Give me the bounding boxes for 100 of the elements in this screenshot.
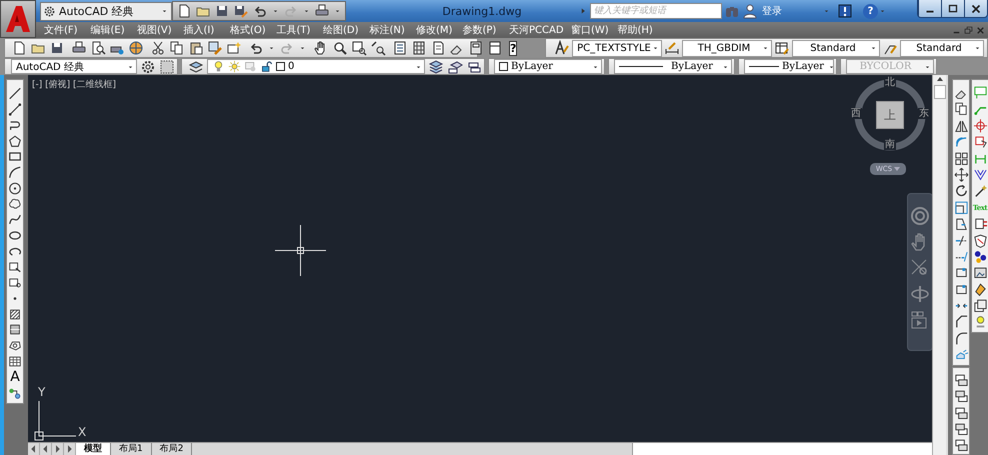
chamfer-icon[interactable] — [954, 314, 968, 330]
bring-front-icon[interactable] — [954, 372, 968, 388]
copy-icon[interactable] — [954, 101, 968, 117]
compass-label[interactable]: 北 — [884, 77, 896, 88]
text-style-icon[interactable] — [554, 40, 570, 56]
menu-item[interactable]: 视图(V) — [137, 23, 184, 37]
login-link[interactable]: 登录 — [762, 4, 822, 18]
grid-sheet-icon[interactable] — [411, 40, 427, 56]
restore-icon[interactable] — [963, 24, 974, 36]
shield-icon[interactable] — [972, 232, 988, 248]
layout-tab[interactable]: 模型 — [76, 443, 111, 455]
print-preview-icon[interactable] — [90, 40, 106, 56]
menu-item[interactable]: 帮助(H) — [618, 23, 664, 37]
globe-icon[interactable] — [128, 40, 144, 56]
bring-front-icon[interactable] — [954, 438, 968, 454]
hatch-icon[interactable] — [8, 306, 22, 322]
clipboard-icon[interactable] — [188, 40, 204, 56]
rotate-icon[interactable] — [954, 183, 968, 199]
layers-stack-icon[interactable] — [428, 58, 444, 74]
text-style-dropdown[interactable]: PC_TEXTSTYLE — [572, 40, 662, 56]
horizontal-scrollbar[interactable] — [632, 443, 932, 455]
scrollbar-thumb[interactable] — [934, 85, 946, 99]
lineweight-dropdown[interactable]: ByLayer — [744, 59, 834, 74]
layout-tab[interactable]: 布局2 — [152, 443, 192, 455]
workspace-dropdown[interactable]: AutoCAD 经典 — [11, 59, 137, 74]
search-field[interactable]: 键入关键字或短语 — [590, 3, 722, 19]
viewcube-face[interactable]: 上 — [876, 101, 904, 129]
paint-brush-icon[interactable] — [207, 40, 223, 56]
menu-item[interactable]: 文件(F) — [44, 23, 90, 37]
table-style-dropdown[interactable]: Standard — [792, 40, 880, 56]
menu-item[interactable]: 编辑(E) — [90, 23, 137, 37]
block-editor-icon[interactable] — [226, 40, 242, 56]
calculator-icon[interactable] — [468, 40, 484, 56]
help-button[interactable]: ? — [863, 4, 878, 18]
arc-icon[interactable] — [8, 164, 22, 180]
padlock-icon[interactable] — [260, 60, 273, 73]
cluster-icon[interactable] — [972, 248, 988, 264]
line-icon[interactable] — [8, 86, 22, 102]
send-back-icon[interactable] — [954, 422, 968, 438]
stretch-icon[interactable] — [954, 216, 968, 232]
layer-dropdown[interactable]: 0 — [207, 59, 425, 74]
menu-item[interactable]: 标注(N) — [370, 23, 416, 37]
send-back-icon[interactable] — [954, 389, 968, 405]
app-logo-icon[interactable] — [4, 4, 32, 34]
add-selected-icon[interactable] — [8, 386, 22, 401]
zoom-icon[interactable] — [332, 40, 348, 56]
color-dropdown[interactable]: ByLayer — [494, 59, 602, 74]
nib-icon[interactable] — [972, 282, 988, 298]
steering-wheel-icon[interactable] — [910, 206, 930, 226]
circle-icon[interactable] — [8, 180, 22, 196]
crosshair-target-icon[interactable] — [972, 118, 988, 134]
dimension-style-dropdown[interactable]: TH_GBDIM — [682, 40, 772, 56]
pentagon-icon[interactable] — [8, 134, 22, 148]
layer-icon[interactable] — [188, 58, 204, 74]
zoom-window-icon[interactable] — [351, 40, 367, 56]
help-button[interactable]: ? — [509, 40, 518, 56]
menu-item[interactable]: 绘图(D) — [323, 23, 370, 37]
compass-label[interactable]: 东 — [918, 108, 930, 119]
text-tool[interactable]: A — [10, 369, 20, 386]
compass-label[interactable]: 南 — [884, 139, 896, 150]
viewport-label[interactable]: [-] [俯视] [二维线框] — [32, 78, 116, 91]
menu-item[interactable]: 参数(P) — [462, 23, 509, 37]
properties-icon[interactable] — [392, 40, 408, 56]
copy-icon[interactable] — [169, 40, 185, 56]
linetype-dropdown[interactable]: ByLayer — [614, 59, 732, 74]
compass-label[interactable]: 西 — [850, 108, 862, 119]
workspace-dropdown[interactable]: AutoCAD 经典 — [40, 2, 172, 20]
sun-icon[interactable] — [228, 60, 241, 73]
save-icon[interactable] — [214, 3, 230, 19]
gear-icon[interactable] — [140, 58, 156, 74]
rotated-square-icon[interactable] — [972, 134, 988, 150]
orbit-icon[interactable] — [910, 284, 930, 304]
toolbar-lock-icon[interactable] — [159, 58, 175, 74]
bulb-icon[interactable] — [212, 60, 225, 73]
menu-item[interactable]: 格式(O) — [230, 23, 276, 37]
menu-item[interactable]: 插入(I) — [184, 23, 230, 37]
panel-icon[interactable] — [487, 40, 503, 56]
table-icon[interactable] — [8, 354, 22, 369]
layer-previous-icon[interactable] — [447, 58, 463, 74]
menu-item[interactable]: 窗口(W) — [571, 23, 618, 37]
zoom-previous-icon[interactable] — [370, 40, 386, 56]
user-icon[interactable] — [742, 3, 758, 19]
save-icon[interactable] — [49, 40, 65, 56]
move-icon[interactable] — [954, 166, 968, 183]
image-icon[interactable] — [972, 265, 988, 281]
stacked-pages-icon[interactable] — [972, 298, 988, 314]
scissors-icon[interactable] — [150, 40, 166, 56]
gear-icon[interactable] — [43, 4, 56, 18]
dimension-style-icon[interactable] — [664, 40, 680, 56]
multileader-style-dropdown[interactable]: Standard — [900, 40, 984, 56]
menu-item[interactable]: 修改(M) — [416, 23, 462, 37]
bring-front-icon[interactable] — [954, 406, 968, 422]
save-as-icon[interactable] — [233, 3, 249, 19]
wand-icon[interactable] — [972, 183, 988, 199]
menu-item[interactable]: 天河PCCAD — [509, 23, 571, 37]
array-icon[interactable] — [954, 150, 968, 166]
menu-item[interactable]: 工具(T) — [276, 23, 323, 37]
scale-icon[interactable] — [954, 200, 968, 216]
construction-line-icon[interactable] — [8, 102, 22, 118]
gradient-icon[interactable] — [8, 322, 22, 338]
